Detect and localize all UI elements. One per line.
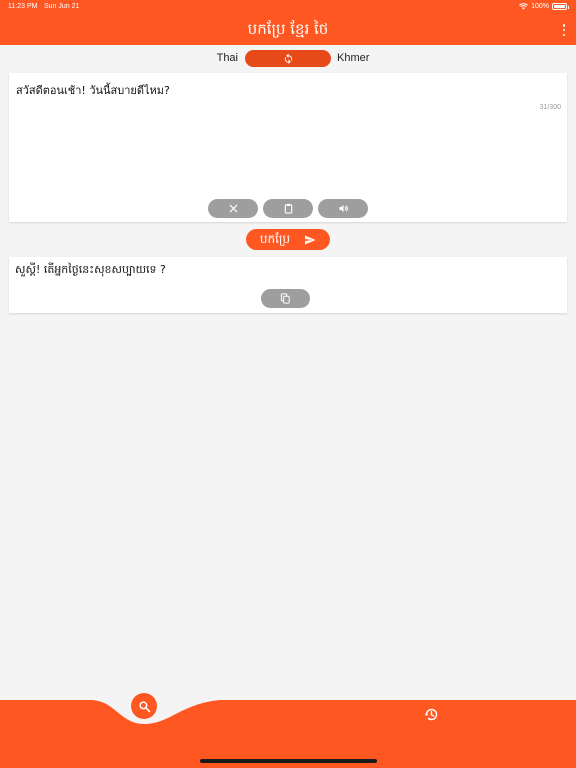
char-count: 31/300 [539, 104, 561, 111]
translated-text: សួស្តី! តើអ្នកថ្ងៃនេះសុខសប្បាយទេ ? [15, 263, 166, 276]
clear-button[interactable] [208, 199, 258, 218]
history-icon [424, 708, 437, 720]
status-time: 11:23 PM [8, 3, 38, 10]
wifi-icon [519, 3, 528, 10]
target-language[interactable]: Khmer [337, 52, 369, 64]
battery-percent: 100% [531, 3, 549, 10]
page-title: បកប្រែ ខ្មែរ ថៃ [247, 20, 329, 38]
search-icon [138, 700, 150, 712]
source-language[interactable]: Thai [217, 52, 238, 64]
paste-icon [284, 203, 292, 214]
send-icon [305, 235, 316, 244]
bottom-navigation [0, 690, 576, 768]
language-selector: Thai Khmer [0, 50, 576, 67]
bottom-nav-background [0, 700, 576, 768]
swap-refresh-icon [284, 53, 292, 64]
home-indicator [200, 759, 377, 763]
paste-button[interactable] [263, 199, 313, 218]
copy-button[interactable] [261, 289, 310, 308]
output-card: សួស្តី! តើអ្នកថ្ងៃនេះសុខសប្បាយទេ ? [9, 257, 567, 313]
swap-languages-button[interactable] [245, 50, 331, 67]
nav-history[interactable] [422, 705, 440, 723]
speaker-icon [338, 204, 348, 213]
more-vertical-icon[interactable] [562, 24, 566, 36]
translate-label: បកប្រែ [259, 231, 291, 246]
status-date: Sun Jun 21 [44, 3, 80, 10]
status-right: 100% [519, 3, 569, 10]
battery-icon [552, 3, 569, 10]
speak-button[interactable] [318, 199, 368, 218]
copy-icon [280, 293, 290, 304]
status-bar: 11:23 PM Sun Jun 21 100% [0, 0, 576, 14]
nav-search[interactable] [131, 693, 157, 719]
input-card: สวัสดีตอนเช้า! วันนี้สบายดีไหม? 31/300 [9, 73, 567, 222]
clear-icon [229, 204, 237, 213]
translate-button[interactable]: បកប្រែ [246, 229, 330, 250]
app-header: 11:23 PM Sun Jun 21 100% បកប្រែ ខ្មែរ ថៃ [0, 0, 576, 45]
source-text-input[interactable]: สวัสดีตอนเช้า! วันนี้สบายดีไหม? [16, 81, 170, 99]
